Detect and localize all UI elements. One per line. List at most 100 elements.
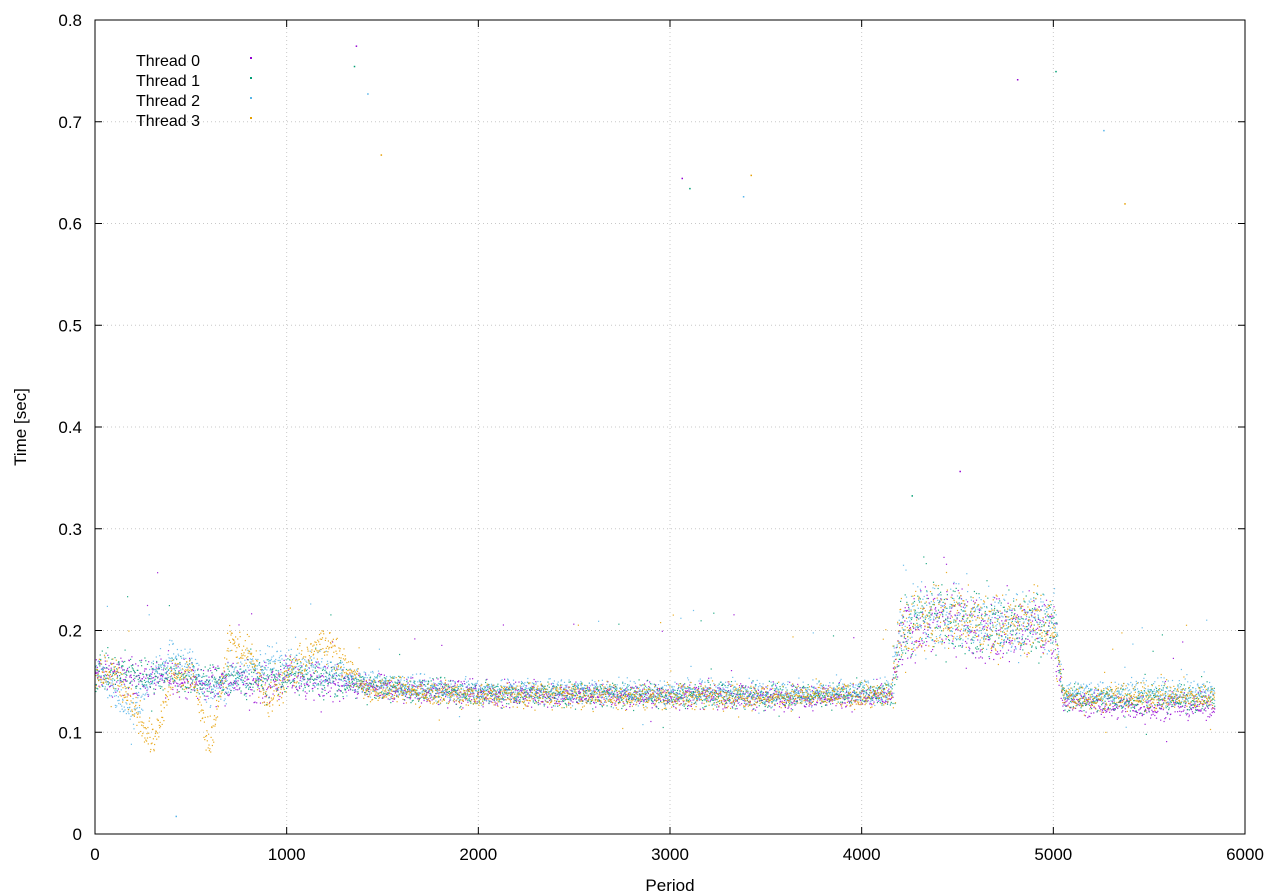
data-point — [989, 619, 991, 621]
data-point — [896, 678, 898, 680]
data-point — [828, 700, 830, 702]
data-point — [900, 635, 902, 637]
data-point — [449, 680, 451, 682]
data-point — [1006, 610, 1008, 612]
data-point — [694, 686, 696, 688]
data-point — [1144, 723, 1146, 725]
data-point — [129, 676, 131, 678]
data-point — [385, 680, 387, 682]
data-point — [409, 698, 411, 700]
data-point — [286, 682, 288, 684]
data-point — [667, 702, 669, 704]
data-point — [558, 702, 560, 704]
data-point — [1009, 641, 1011, 643]
data-point — [1107, 707, 1109, 710]
data-point — [146, 604, 149, 607]
data-point — [672, 698, 674, 700]
data-point — [1151, 709, 1153, 711]
data-point — [951, 597, 953, 599]
data-point — [945, 618, 947, 620]
data-point — [851, 702, 853, 704]
data-point — [126, 674, 128, 676]
data-point — [1117, 707, 1119, 709]
data-point — [650, 720, 652, 723]
data-point — [297, 675, 299, 677]
data-point — [806, 697, 808, 699]
data-point — [1010, 640, 1012, 642]
data-point — [101, 650, 103, 652]
data-point — [512, 691, 515, 693]
data-point — [786, 689, 788, 691]
data-point — [466, 692, 469, 694]
data-point — [177, 666, 179, 668]
data-point — [986, 614, 988, 616]
data-point — [1169, 718, 1171, 720]
data-point — [910, 657, 912, 659]
data-point — [143, 670, 146, 672]
data-point — [289, 664, 291, 666]
data-point — [940, 611, 943, 614]
data-point — [585, 690, 587, 692]
data-point — [994, 597, 996, 599]
data-point — [535, 681, 537, 683]
data-point — [1044, 644, 1046, 646]
data-point — [477, 692, 479, 694]
data-point — [1172, 657, 1174, 659]
data-point — [270, 671, 272, 673]
data-point — [902, 641, 904, 643]
data-point — [337, 663, 339, 665]
data-point — [1201, 691, 1203, 693]
data-point — [1152, 713, 1154, 715]
data-point — [255, 682, 257, 684]
data-point — [838, 684, 840, 686]
data-point — [955, 587, 957, 589]
data-point — [197, 669, 199, 671]
data-point — [917, 595, 919, 597]
data-point — [744, 708, 746, 710]
data-point — [1179, 714, 1181, 716]
data-point — [832, 682, 834, 684]
data-point — [359, 676, 361, 678]
data-point — [338, 688, 340, 690]
data-point — [842, 691, 844, 693]
data-point — [609, 689, 611, 691]
data-point — [444, 683, 446, 685]
data-point — [373, 686, 375, 689]
data-point — [968, 646, 970, 648]
data-point — [504, 699, 506, 701]
data-point — [502, 624, 504, 626]
data-point — [795, 686, 797, 688]
data-point — [146, 663, 149, 665]
data-point — [162, 669, 165, 671]
data-point — [599, 686, 601, 688]
data-point — [493, 690, 495, 692]
data-point — [869, 692, 871, 694]
data-point — [399, 653, 401, 656]
data-point — [680, 696, 682, 698]
data-point — [918, 612, 920, 614]
data-point — [183, 658, 185, 660]
data-point — [463, 680, 465, 682]
data-point — [403, 702, 405, 704]
data-point — [841, 707, 843, 709]
data-point — [226, 665, 228, 667]
data-point — [491, 699, 493, 701]
data-point — [437, 703, 439, 706]
data-point — [867, 689, 869, 691]
data-point — [1002, 622, 1004, 624]
data-point — [291, 659, 294, 661]
data-point — [1023, 643, 1025, 646]
data-point — [1088, 697, 1090, 699]
data-point — [932, 603, 934, 606]
data-point — [703, 689, 706, 691]
data-point — [465, 695, 467, 697]
data-point — [757, 700, 759, 702]
data-point — [270, 679, 272, 681]
data-point — [917, 640, 919, 643]
data-point — [441, 644, 443, 646]
data-point — [1056, 675, 1058, 677]
data-point — [1048, 622, 1050, 624]
data-point — [1136, 714, 1138, 716]
data-point — [1140, 707, 1142, 709]
data-point — [210, 686, 212, 688]
